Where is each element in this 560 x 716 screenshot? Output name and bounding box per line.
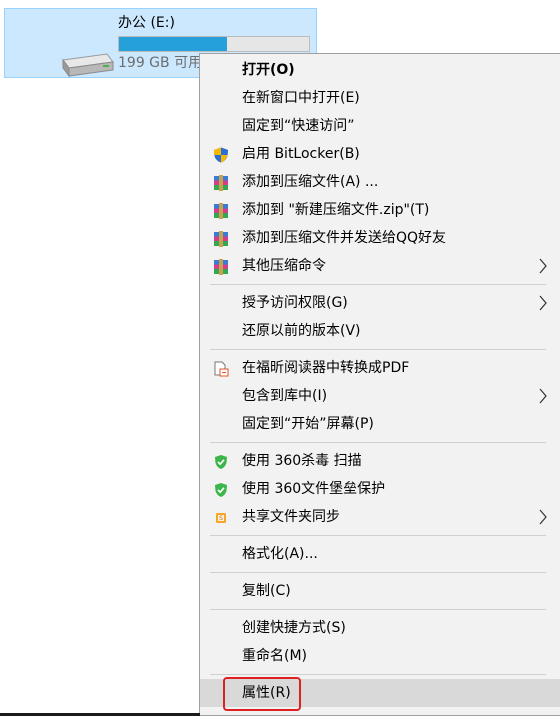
menu-item-pin-start[interactable]: 固定到“开始”屏幕(P) — [200, 410, 560, 438]
menu-item-label: 使用 360杀毒 扫描 — [242, 453, 362, 469]
menu-item-vault-360[interactable]: 使用 360文件堡垒保护 — [200, 475, 560, 503]
menu-item-label: 包含到库中(I) — [242, 388, 328, 404]
menu-item-grant-access[interactable]: 授予访问权限(G) — [200, 289, 560, 317]
menu-item-label: 添加到 "新建压缩文件.zip"(T) — [242, 202, 430, 218]
drive-usage-bar — [118, 36, 310, 52]
360-shield-icon — [215, 483, 227, 497]
winrar-icon — [214, 175, 228, 191]
shield-icon — [214, 147, 228, 163]
menu-item-rename[interactable]: 重命名(M) — [200, 642, 560, 670]
chevron-right-icon — [539, 258, 547, 274]
menu-separator — [210, 535, 546, 536]
menu-item-pin-quick-access[interactable]: 固定到“快速访问” — [200, 112, 560, 140]
chevron-right-icon — [539, 388, 547, 404]
sync-icon: S — [216, 513, 226, 523]
menu-item-include-library[interactable]: 包含到库中(I) — [200, 382, 560, 410]
menu-item-label: 添加到压缩文件(A) ... — [242, 174, 379, 190]
menu-item-label: 在福昕阅读器中转换成PDF — [242, 360, 410, 376]
menu-separator — [210, 284, 546, 285]
chevron-right-icon — [539, 295, 547, 311]
menu-item-label: 共享文件夹同步 — [242, 509, 340, 525]
pdf-convert-icon — [214, 361, 229, 377]
winrar-icon — [214, 259, 228, 275]
drive-free-space: 199 GB 可用 — [118, 55, 203, 71]
menu-item-label: 添加到压缩文件并发送给QQ好友 — [242, 230, 447, 246]
menu-item-restore-versions[interactable]: 还原以前的版本(V) — [200, 317, 560, 345]
menu-item-label: 使用 360文件堡垒保护 — [242, 481, 386, 497]
menu-item-label: 还原以前的版本(V) — [242, 323, 361, 339]
menu-item-label: 重命名(M) — [242, 648, 308, 664]
svg-text:S: S — [219, 515, 223, 522]
menu-item-label: 创建快捷方式(S) — [242, 620, 346, 636]
menu-item-bitlocker[interactable]: 启用 BitLocker(B) — [200, 140, 560, 168]
menu-item-label: 授予访问权限(G) — [242, 295, 348, 311]
menu-item-label: 打开(O) — [242, 62, 295, 78]
menu-item-label: 复制(C) — [242, 583, 291, 599]
menu-item-other-compress[interactable]: 其他压缩命令 — [200, 252, 560, 280]
menu-separator — [210, 442, 546, 443]
menu-item-format[interactable]: 格式化(A)... — [200, 540, 560, 568]
winrar-icon — [214, 203, 228, 219]
menu-item-label: 固定到“快速访问” — [242, 118, 355, 134]
menu-item-label: 固定到“开始”屏幕(P) — [242, 416, 374, 432]
menu-item-share-sync[interactable]: S 共享文件夹同步 — [200, 503, 560, 531]
menu-item-label: 其他压缩命令 — [242, 258, 326, 274]
menu-separator — [210, 674, 546, 675]
menu-item-label: 启用 BitLocker(B) — [242, 146, 360, 162]
drive-name: 办公 (E:) — [118, 15, 175, 31]
drive-usage-fill — [119, 37, 228, 51]
menu-item-add-send-qq[interactable]: 添加到压缩文件并发送给QQ好友 — [200, 224, 560, 252]
chevron-right-icon — [539, 509, 547, 525]
menu-separator — [210, 609, 546, 610]
menu-item-foxit-pdf[interactable]: 在福昕阅读器中转换成PDF — [200, 354, 560, 382]
winrar-icon — [214, 231, 228, 247]
menu-item-open[interactable]: 打开(O) — [200, 56, 560, 84]
properties-highlight-box — [223, 677, 301, 711]
menu-item-create-shortcut[interactable]: 创建快捷方式(S) — [200, 614, 560, 642]
menu-item-copy[interactable]: 复制(C) — [200, 577, 560, 605]
menu-item-add-to-zip[interactable]: 添加到 "新建压缩文件.zip"(T) — [200, 196, 560, 224]
hard-drive-icon — [62, 53, 114, 78]
menu-separator — [210, 572, 546, 573]
menu-item-scan-360[interactable]: 使用 360杀毒 扫描 — [200, 447, 560, 475]
360-shield-icon — [215, 455, 227, 469]
menu-item-label: 格式化(A)... — [242, 546, 318, 562]
menu-item-open-new-window[interactable]: 在新窗口中打开(E) — [200, 84, 560, 112]
menu-item-add-archive[interactable]: 添加到压缩文件(A) ... — [200, 168, 560, 196]
menu-separator — [210, 349, 546, 350]
menu-item-label: 在新窗口中打开(E) — [242, 90, 360, 106]
context-menu: 打开(O) 在新窗口中打开(E) 固定到“快速访问” 启用 BitLocker(… — [199, 53, 560, 716]
